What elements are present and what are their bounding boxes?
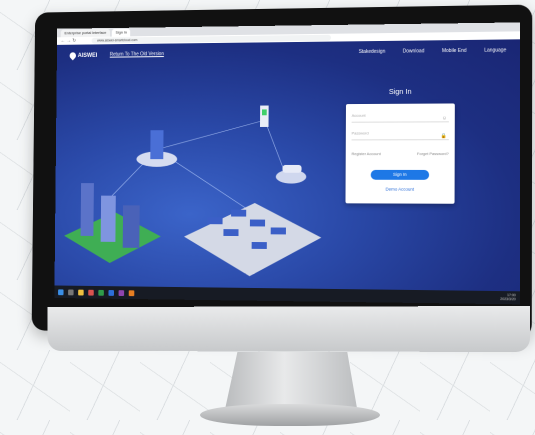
windows-start-icon[interactable] (58, 289, 64, 295)
sign-in-links: Register Account Forget Password? (351, 151, 448, 156)
page-header: AISWEI Return To The Old Version Stakede… (57, 39, 520, 67)
system-tray: 17:00 2023/3/20 (500, 293, 516, 301)
top-menu: Stakedesign Download Mobile End Language (359, 47, 507, 55)
chrome-icon[interactable] (98, 289, 104, 295)
app-icon[interactable] (119, 290, 125, 296)
menu-item-mobile-end[interactable]: Mobile End (442, 48, 467, 54)
password-field[interactable]: Password 🔒 (352, 127, 449, 140)
menu-item-language[interactable]: Language (484, 47, 506, 53)
account-placeholder: Account (352, 113, 366, 118)
user-icon: ☺ (442, 112, 447, 124)
account-field[interactable]: Account ☺ (352, 109, 449, 122)
solar-platform (184, 203, 322, 277)
page: AISWEI Return To The Old Version Stakede… (55, 39, 521, 291)
sign-in-panel: Sign In Account ☺ Password 🔒 Register Ac… (345, 103, 454, 203)
password-placeholder: Password (352, 131, 369, 136)
lock-icon: 🔒 (441, 130, 447, 142)
logo-icon (68, 51, 77, 60)
folder-icon[interactable] (78, 289, 84, 295)
old-version-link[interactable]: Return To The Old Version (110, 51, 164, 57)
clock-date: 2023/3/20 (500, 297, 516, 301)
sign-in-button[interactable]: Sign In (371, 170, 429, 180)
monitor-base (200, 404, 380, 426)
demo-account-link[interactable]: Demo Account (346, 187, 455, 192)
screen: Enterprise portal Interface Sign In ← → … (54, 22, 520, 304)
monitor-chin (48, 306, 530, 352)
register-link[interactable]: Register Account (351, 151, 380, 156)
menu-item-stakedesign[interactable]: Stakedesign (359, 49, 386, 55)
back-icon[interactable]: ← → ↻ (61, 38, 76, 44)
logo[interactable]: AISWEI (70, 52, 98, 59)
app-icon[interactable] (129, 290, 135, 296)
forgot-password-link[interactable]: Forget Password? (417, 151, 449, 156)
sign-in-title: Sign In (346, 87, 455, 97)
hero-illustration (55, 81, 337, 287)
menu-item-download[interactable]: Download (403, 48, 425, 54)
app-icon[interactable] (108, 290, 114, 296)
logo-text: AISWEI (78, 53, 98, 59)
app-icon[interactable] (88, 289, 94, 295)
search-icon[interactable] (68, 289, 74, 295)
